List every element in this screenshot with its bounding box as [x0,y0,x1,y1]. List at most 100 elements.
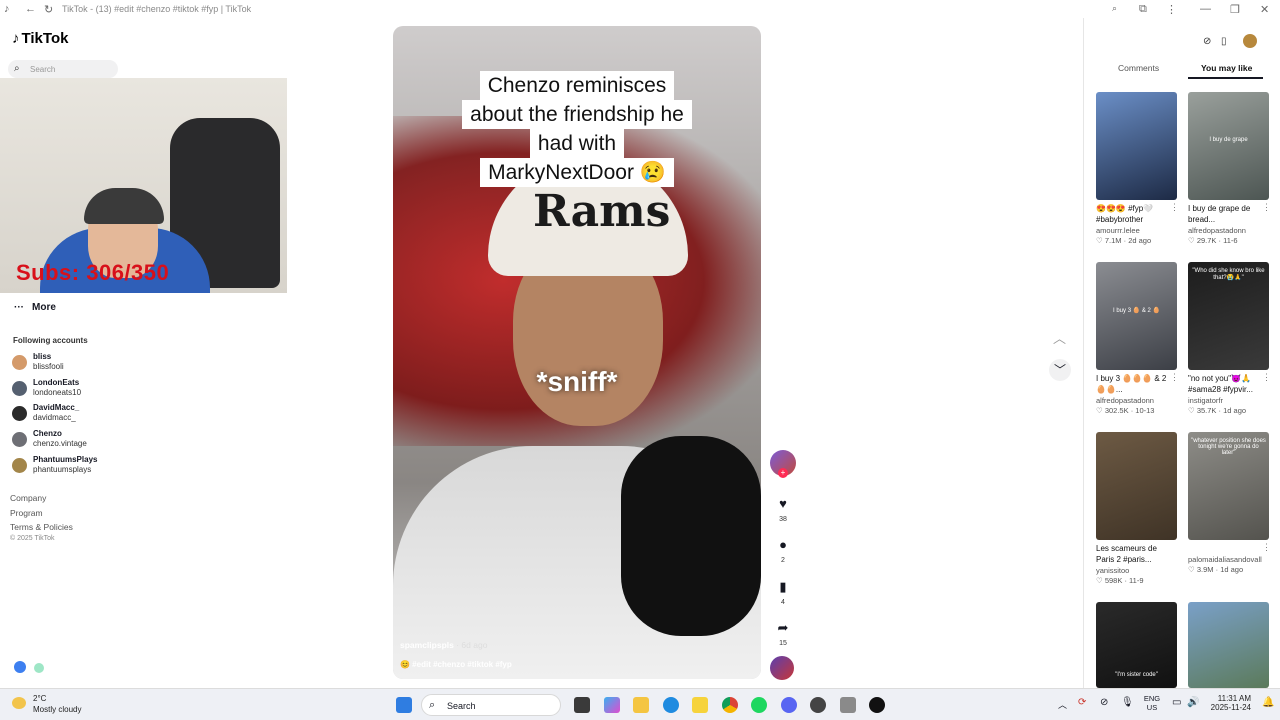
following-account[interactable]: PhantuumsPlays phantuumsplays [12,455,132,479]
minimize-icon[interactable]: — [1200,3,1211,15]
app-icon[interactable] [14,661,26,673]
card-title[interactable]: I buy de grape de bread... [1188,203,1260,225]
card-title[interactable] [1188,543,1260,554]
network-icon[interactable]: ▭ [1172,697,1181,708]
file-explorer-icon[interactable] [633,697,649,713]
card-author[interactable]: alfredopastadonn [1188,226,1269,235]
notifications-icon[interactable]: 🔔 [1262,697,1274,708]
creator-avatar[interactable]: + [770,450,796,478]
card-thumbnail[interactable] [1096,92,1177,200]
extensions-icon[interactable]: ⧉ [1139,3,1147,16]
copilot-icon[interactable] [604,697,620,713]
avatar [12,406,27,421]
share-button[interactable]: ➦ 15 [770,616,796,647]
tray-icon[interactable]: ⊘ [1100,697,1108,708]
edge-icon[interactable] [663,697,679,713]
more-options-icon[interactable]: ⋮ [1262,372,1271,383]
reload-icon[interactable]: ↻ [44,3,53,16]
restore-icon[interactable]: ❐ [1230,3,1240,16]
more-button[interactable]: ··· More [14,302,56,313]
recommendation-card[interactable]: I buy de grape I buy de grape de bread..… [1188,92,1271,245]
following-account[interactable]: DavidMacc_ davidmacc_ [12,403,132,427]
recommendation-card[interactable]: Les scameurs de Paris 2 #paris... yaniss… [1096,432,1177,585]
following-account[interactable]: bliss blissfooli [12,352,132,376]
chevron-down-icon[interactable]: ﹀ [1049,359,1071,381]
video-player[interactable]: Rams Chenzo reminisces about the friends… [393,26,761,679]
card-title[interactable]: "no not you"😈🙏 #sama28 #fypvir... [1188,373,1260,395]
tab-comments[interactable]: Comments [1118,63,1159,73]
more-options-icon[interactable]: ⋮ [1262,542,1271,553]
chrome-icon[interactable] [722,697,738,713]
video-author[interactable]: spamclipspls · 6d ago [400,640,487,650]
discord-icon[interactable] [781,697,797,713]
footer-link-company[interactable]: Company [10,493,46,503]
app-icon[interactable] [840,697,856,713]
logo-text: TikTok [21,30,69,47]
tiktok-app-icon[interactable] [869,697,885,713]
close-icon[interactable]: ✕ [1260,3,1269,16]
caption-line: Chenzo reminisces [479,71,675,100]
more-options-icon[interactable]: ⋮ [1262,202,1271,213]
app-icon[interactable] [810,697,826,713]
chevron-up-icon[interactable]: ︿ [1058,698,1067,711]
card-author[interactable]: palomaidaliasandovall [1188,555,1269,564]
tiktok-logo[interactable]: ♪ TikTok [12,30,68,47]
recommendation-card[interactable]: I buy 3 🥚 & 2 🥚 I buy 3 🥚🥚🥚 & 2 🥚🥚... ⋮ … [1096,262,1179,415]
volume-icon[interactable]: 🔊 [1187,697,1199,708]
card-thumbnail[interactable]: "I'm sister code" [1096,602,1177,688]
comment-button[interactable]: ● 2 [770,533,796,564]
like-button[interactable]: ♥ 38 [770,492,796,523]
recommendation-card[interactable]: 😍😍😍 #fyp🤍 #babybrother ⋮ amourrr.lelee ♡… [1096,92,1179,245]
card-author[interactable]: alfredopastadonn [1096,396,1177,405]
card-thumbnail[interactable] [1096,432,1177,540]
windows-start-icon[interactable] [396,697,412,713]
card-thumbnail[interactable]: "whatever position she does tonight we'r… [1188,432,1269,540]
recommendation-card[interactable]: "whatever position she does tonight we'r… [1188,432,1271,574]
task-view-icon[interactable] [574,697,590,713]
recommendation-card[interactable]: "Who did she know bro like that?😭🙏" "no … [1188,262,1271,415]
card-title[interactable]: I buy 3 🥚🥚🥚 & 2 🥚🥚... [1096,373,1168,395]
app-icon[interactable] [692,697,708,713]
chevron-up-icon[interactable]: ︿ [1053,328,1066,347]
footer-link-terms[interactable]: Terms & Policies [10,522,73,532]
video-hashtags[interactable]: 😊 #edit #chenzo #tiktok #fyp [400,660,512,669]
sound-avatar[interactable] [770,656,794,680]
profile-avatar[interactable] [1243,34,1257,48]
card-thumbnail[interactable]: I buy de grape [1188,92,1269,200]
search-icon[interactable]: ⌕ [1112,3,1117,14]
search-input[interactable]: ⌕ Search [8,60,118,78]
menu-kebab-icon[interactable]: ⋮ [1166,3,1177,16]
card-title[interactable]: 😍😍😍 #fyp🤍 #babybrother [1096,203,1168,225]
card-thumbnail[interactable] [1188,602,1269,688]
card-author[interactable]: yanissitoo [1096,566,1177,575]
footer-link-program[interactable]: Program [10,508,43,518]
status-dot-icon[interactable] [34,663,45,673]
more-options-icon[interactable]: ⋮ [1170,202,1179,213]
thumbnail-text: "Who did she know bro like that?😭🙏" [1192,268,1265,281]
back-icon[interactable]: ← [25,3,36,15]
following-account[interactable]: Chenzo chenzo.vintage [12,429,132,453]
recommendation-card[interactable]: "I'm sister code" [1096,602,1177,688]
tray-icon[interactable]: ⟳ [1078,697,1086,708]
card-author[interactable]: amourrr.lelee [1096,226,1177,235]
microphone-icon[interactable]: 🎙 [1121,697,1134,708]
card-thumbnail[interactable]: I buy 3 🥚 & 2 🥚 [1096,262,1177,370]
spotify-icon[interactable] [751,697,767,713]
more-options-icon[interactable]: ⋮ [1170,372,1179,383]
compass-icon[interactable]: ⊘ [1203,36,1211,47]
taskbar-search[interactable]: ⌕ Search [421,694,561,716]
tab-you-may-like[interactable]: You may like [1201,63,1252,73]
recommendation-card[interactable] [1188,602,1269,688]
search-placeholder: Search [30,65,56,74]
card-title[interactable]: Les scameurs de Paris 2 #paris... [1096,543,1168,565]
system-clock[interactable]: 11:31 AM 2025-11-24 [1203,694,1251,712]
save-button[interactable]: ▮ 4 [770,575,796,606]
card-thumbnail[interactable]: "Who did she know bro like that?😭🙏" [1188,262,1269,370]
language-indicator[interactable]: ENG US [1138,694,1166,712]
card-author[interactable]: instigatorfr [1188,396,1269,405]
device-icon[interactable]: ▯ [1221,36,1227,47]
account-handle: davidmacc_ [33,413,76,422]
comment-count: 2 [781,557,785,564]
follow-plus-icon[interactable]: + [778,468,788,478]
following-account[interactable]: LondonEats londoneats10 [12,378,132,402]
